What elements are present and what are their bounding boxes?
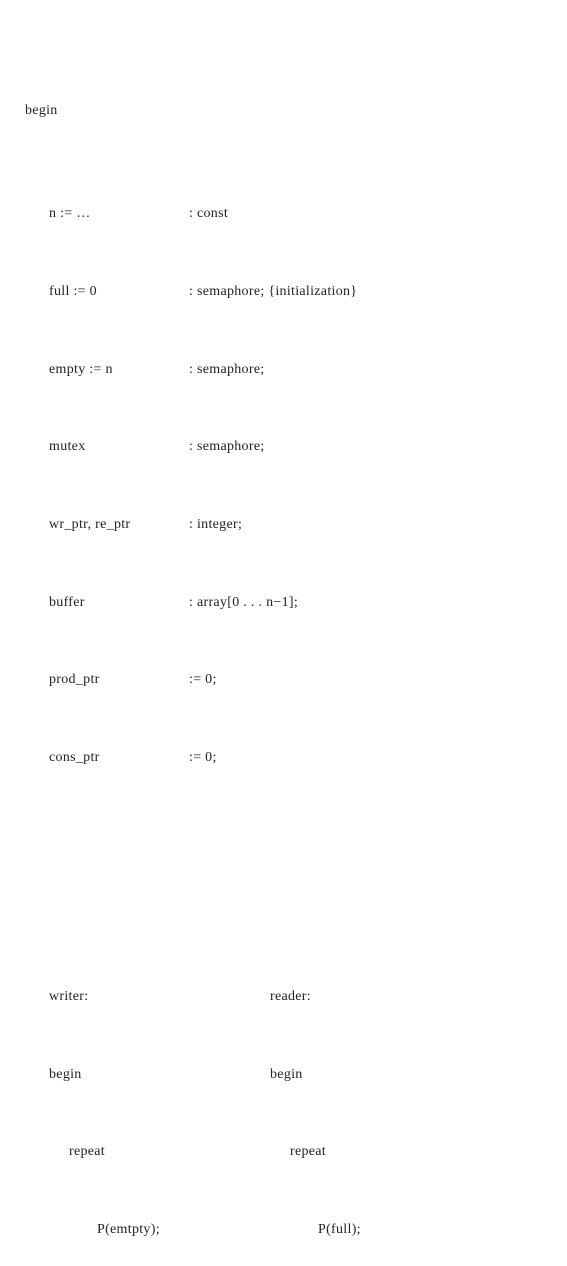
decl-name: cons_ptr bbox=[49, 745, 189, 771]
decl-name: n := … bbox=[49, 201, 189, 227]
reader-header: reader: bbox=[270, 984, 542, 1010]
decl-type: : const bbox=[189, 201, 228, 227]
writer-begin: begin bbox=[25, 1062, 270, 1088]
reader-begin: begin bbox=[270, 1062, 542, 1088]
decl-type: := 0; bbox=[189, 745, 217, 771]
writer-column: writer: begin repeat P(emtpty); P(mutex)… bbox=[25, 932, 270, 1266]
decl-row: mutex : semaphore; bbox=[25, 434, 542, 460]
decl-name: wr_ptr, re_ptr bbox=[49, 512, 189, 538]
reader-repeat: repeat bbox=[270, 1139, 542, 1165]
decl-type: := 0; bbox=[189, 667, 217, 693]
decl-type: : semaphore; {initialization} bbox=[189, 279, 357, 305]
decl-row: wr_ptr, re_ptr : integer; bbox=[25, 512, 542, 538]
decl-type: : semaphore; bbox=[189, 434, 265, 460]
decl-name: prod_ptr bbox=[49, 667, 189, 693]
writer-header: writer: bbox=[25, 984, 270, 1010]
decl-row: full := 0 : semaphore; {initialization} bbox=[25, 279, 542, 305]
decl-type: : integer; bbox=[189, 512, 242, 538]
decl-row: prod_ptr := 0; bbox=[25, 667, 542, 693]
decl-type: : array[0 . . . n−1]; bbox=[189, 590, 298, 616]
process-columns: writer: begin repeat P(emtpty); P(mutex)… bbox=[25, 932, 542, 1266]
decl-name: buffer bbox=[49, 590, 189, 616]
reader-line: P(full); bbox=[270, 1217, 542, 1243]
decl-row: n := … : const bbox=[25, 201, 542, 227]
decl-name: mutex bbox=[49, 434, 189, 460]
reader-column: reader: begin repeat P(full); P(mutex); … bbox=[270, 932, 542, 1266]
decl-row: cons_ptr := 0; bbox=[25, 745, 542, 771]
decl-row: empty := n : semaphore; bbox=[25, 357, 542, 383]
spacer bbox=[25, 849, 542, 855]
decl-name: full := 0 bbox=[49, 279, 189, 305]
writer-repeat: repeat bbox=[25, 1139, 270, 1165]
decl-type: : semaphore; bbox=[189, 357, 265, 383]
line-begin: begin bbox=[25, 98, 542, 124]
writer-line: P(emtpty); bbox=[25, 1217, 270, 1243]
code-document: begin n := … : const full := 0 : semapho… bbox=[25, 20, 542, 1266]
decl-name: empty := n bbox=[49, 357, 189, 383]
decl-row: buffer : array[0 . . . n−1]; bbox=[25, 590, 542, 616]
